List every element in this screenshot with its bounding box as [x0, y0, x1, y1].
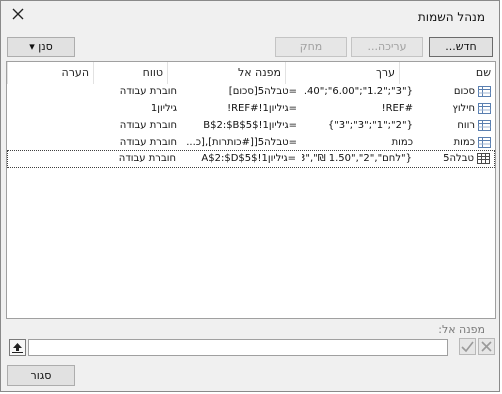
column-header-comment[interactable]: הערה [7, 62, 93, 84]
row-name: סכום [453, 86, 475, 97]
row-scope: חוברת עבודה [119, 86, 177, 97]
row-scope: חוברת עבודה [119, 120, 177, 131]
range-name-icon [478, 137, 491, 148]
row-value: #REF! [381, 103, 413, 114]
row-scope: גיליון1 [150, 103, 177, 114]
column-header-refers-to[interactable]: מפנה אל [167, 62, 285, 84]
table-row[interactable]: סכום {"3";"1.2";"6.00";"5.40"} =טבלה5[סכ… [7, 84, 495, 100]
close-dialog-button[interactable]: סגור [7, 365, 75, 386]
range-name-icon [478, 120, 491, 131]
refers-to-input[interactable] [28, 339, 448, 356]
row-name: כמות [453, 137, 475, 148]
row-refers-to: =גיליון1!#REF! [227, 103, 297, 114]
row-name: רווח [457, 120, 475, 131]
checkmark-icon [461, 341, 474, 353]
table-row[interactable]: רווח {"2";"1";"3";"3"} =גיליון1!$B$2:$B$… [7, 118, 495, 134]
new-name-button[interactable]: חדש... [429, 37, 493, 57]
cancel-edit-button[interactable] [478, 338, 495, 355]
cancel-x-icon [481, 341, 492, 352]
row-value: {"3";"1.2";"6.00";"5.40"} [303, 86, 413, 97]
close-icon[interactable] [10, 6, 26, 22]
name-manager-dialog: מנהל השמות חדש... עריכה... מחק סנן ▾ שם … [0, 0, 500, 392]
table-row[interactable]: חילוץ #REF! =גיליון1!#REF! גיליון1 [7, 101, 495, 117]
range-name-icon [478, 86, 491, 97]
row-name: חילוץ [452, 103, 475, 114]
table-row[interactable]: כמות כמות =טבלה5[[#כותרות],[כ... חוברת ע… [7, 135, 495, 151]
delete-name-button[interactable]: מחק [275, 37, 347, 57]
column-header-scope[interactable]: טווח [93, 62, 167, 84]
title-bar: מנהל השמות [1, 1, 499, 31]
row-value: {"2";"1";"3";"3"} [327, 120, 413, 131]
row-refers-to: =גיליון1!$B$2:$B$5 [203, 120, 297, 131]
dialog-title: מנהל השמות [417, 10, 485, 24]
filter-button[interactable]: סנן ▾ [7, 37, 75, 57]
row-refers-to: =טבלה5[סכום] [228, 86, 297, 97]
row-refers-to: =טבלה5[[#כותרות],[כ... [186, 137, 297, 148]
refers-to-label: מפנה אל: [438, 323, 485, 336]
confirm-edit-button[interactable] [459, 338, 476, 355]
row-value: כמות [391, 137, 413, 148]
table-name-icon [477, 153, 490, 164]
names-list[interactable]: שם ערך מפנה אל טווח הערה סכום {"3";"1.2"… [6, 61, 496, 319]
row-scope: חוברת עבודה [119, 137, 177, 148]
row-name: טבלה5 [443, 153, 474, 164]
table-row-selected[interactable]: טבלה5 {"לחם","2","1.50 ₪","3","... =גילי… [7, 150, 495, 168]
collapse-dialog-button[interactable] [9, 339, 26, 356]
row-value: {"לחם","2","1.50 ₪","3","... [302, 153, 412, 164]
column-header-value[interactable]: ערך [285, 62, 399, 84]
collapse-arrow-icon [12, 343, 23, 353]
column-header-name[interactable]: שם [399, 62, 495, 84]
edit-name-button[interactable]: עריכה... [351, 37, 423, 57]
row-scope: חוברת עבודה [118, 153, 176, 164]
range-name-icon [478, 103, 491, 114]
row-refers-to: =גיליון1!$A$2:$D$5 [201, 153, 296, 164]
